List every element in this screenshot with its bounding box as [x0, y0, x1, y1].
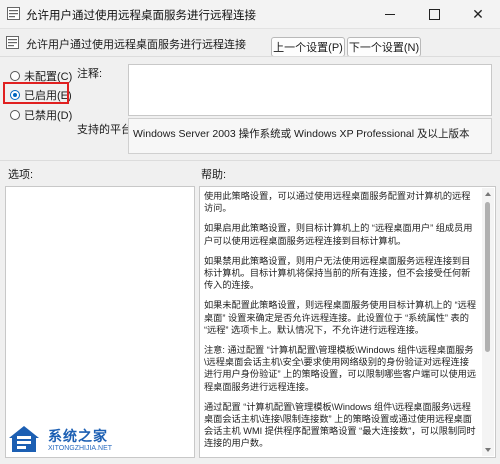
policy-setting-icon: [6, 36, 19, 49]
radio-circle[interactable]: [10, 110, 20, 120]
minimize-icon: [385, 13, 395, 15]
help-paragraph: 使用此策略设置，可以通过使用远程桌面服务配置对计算机的远程访问。: [204, 191, 471, 214]
maximize-icon: [428, 8, 440, 20]
close-icon: ✕: [472, 5, 484, 22]
help-paragraph: 注意: 通过配置 “计算机配置\管理模板\Windows 组件\远程桌面服务\远…: [204, 345, 477, 392]
section-divider: [0, 160, 500, 161]
help-panel: 使用此策略设置，可以通过使用远程桌面服务配置对计算机的远程访问。 如果启用此策略…: [199, 186, 496, 458]
comment-label: 注释:: [77, 68, 103, 80]
watermark: 系统之家 XITONGZHIJIA.NET: [6, 420, 156, 460]
help-scrollbar[interactable]: [482, 188, 494, 456]
header-divider: [0, 56, 500, 57]
policy-header: 允许用户通过使用远程桌面服务进行远程连接: [0, 28, 500, 57]
help-paragraph: 如果禁用此策略设置，则用户无法使用远程桌面服务远程连接到目标计算机。目标计算机将…: [204, 255, 471, 291]
options-label: 选项:: [8, 169, 34, 181]
radio-disabled[interactable]: 已禁用(D): [10, 107, 72, 123]
enabled-highlight-box: [3, 82, 69, 104]
radio-circle[interactable]: [10, 71, 20, 81]
title-bar: 允许用户通过使用远程桌面服务进行远程连接 ✕: [0, 0, 500, 28]
radio-label: 已禁用(D): [24, 110, 73, 122]
comment-textarea[interactable]: [128, 64, 492, 116]
maximize-button[interactable]: [412, 0, 456, 28]
next-setting-button[interactable]: 下一个设置(N): [347, 37, 421, 57]
previous-setting-button[interactable]: 上一个设置(P): [271, 37, 345, 57]
brand-name-en: XITONGZHIJIA.NET: [48, 445, 113, 452]
supported-platform-label: 支持的平台:: [77, 124, 136, 136]
help-paragraph: 如果启用此策略设置，则目标计算机上的 “远程桌面用户” 组成员用户可以使用远程桌…: [204, 223, 473, 246]
brand-name-cn: 系统之家: [48, 428, 108, 444]
scroll-up-icon[interactable]: [485, 192, 491, 196]
help-text: 使用此策略设置，可以通过使用远程桌面服务配置对计算机的远程访问。 如果启用此策略…: [204, 190, 478, 457]
window-title: 允许用户通过使用远程桌面服务进行远程连接: [26, 10, 256, 22]
scroll-down-icon[interactable]: [485, 448, 491, 452]
options-panel: [5, 186, 195, 458]
help-label: 帮助:: [201, 169, 227, 181]
brand-logo-icon: [9, 426, 39, 452]
help-paragraph: 如果未配置此策略设置，则远程桌面服务使用目标计算机上的 “远程桌面” 设置来确定…: [204, 300, 477, 335]
scroll-thumb[interactable]: [485, 202, 490, 352]
close-button[interactable]: ✕: [456, 0, 500, 28]
policy-setting-icon: [7, 7, 20, 20]
supported-platform-value: Windows Server 2003 操作系统或 Windows XP Pro…: [128, 118, 492, 154]
minimize-button[interactable]: [368, 0, 412, 28]
policy-name: 允许用户通过使用远程桌面服务进行远程连接: [26, 39, 246, 51]
help-paragraph: 通过配置 “计算机配置\管理模板\Windows 组件\远程桌面服务\远程桌面会…: [204, 401, 476, 449]
